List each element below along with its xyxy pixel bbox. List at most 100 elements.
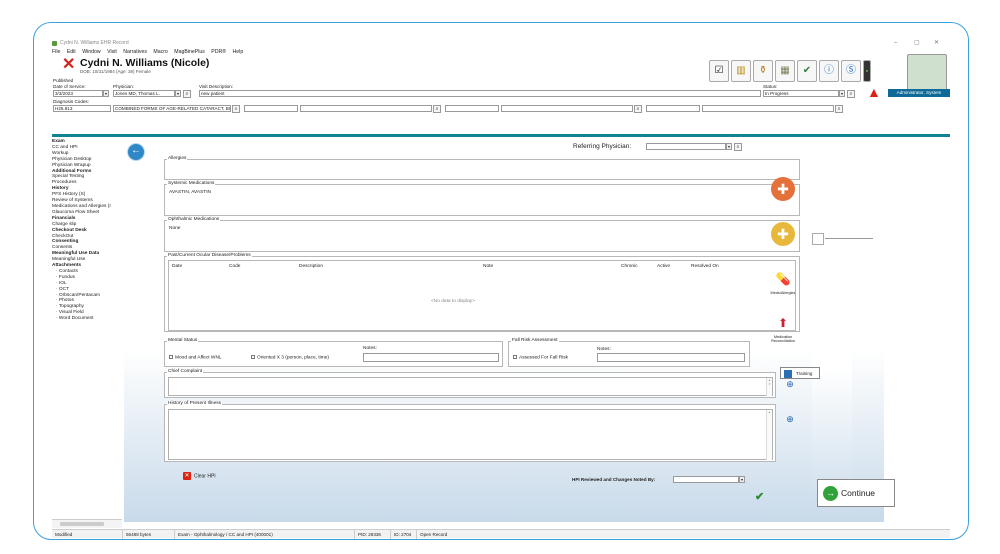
- physician-search-icon[interactable]: ⌕: [183, 89, 191, 98]
- reconciliation-label-2: Reconciliation: [771, 339, 795, 343]
- dx-description-field[interactable]: COMBINED FORMS OF AGE-RELATED CATARACT, …: [113, 105, 231, 112]
- patient-name: Cydni N. Williams (Nicole): [80, 57, 210, 69]
- date-of-service-field[interactable]: 3/3/2023: [53, 90, 103, 97]
- bottle-icon[interactable]: ⚱: [753, 60, 773, 82]
- referring-dropdown-icon[interactable]: ▾: [726, 143, 732, 150]
- side-field[interactable]: [812, 233, 824, 245]
- chief-complaint-textarea[interactable]: ▴ ▾: [168, 377, 773, 396]
- dx-code-field[interactable]: H25.813: [53, 105, 111, 112]
- ocular-disease-grid[interactable]: Date Code Description Note Chronic Activ…: [168, 260, 796, 331]
- menu-window[interactable]: Window: [82, 49, 100, 55]
- close-record-icon[interactable]: ✕: [62, 57, 75, 73]
- add-hpi-icon[interactable]: ⊕: [784, 413, 796, 425]
- screenshot-frame: Cydni N. Williams EHR Record – ▢ ✕ File …: [33, 22, 969, 540]
- fall-risk-section: Fall Risk Assessment Assessed For Fall R…: [508, 338, 750, 367]
- patient-header: ✕ Cydni N. Williams (Nicole) DOB: 10/31/…: [52, 54, 950, 136]
- col-date[interactable]: Date: [172, 264, 182, 269]
- approve-check-icon[interactable]: ✔: [797, 60, 817, 82]
- medication-reconciliation-button[interactable]: ⬆ Medication Reconciliation: [768, 311, 798, 343]
- menu-edit[interactable]: Edit: [67, 49, 76, 55]
- menu-help[interactable]: Help: [233, 49, 244, 55]
- left-nav-scrollbar[interactable]: [52, 519, 122, 528]
- mental-status-section: Mental Status Mood and Affect WNL Orient…: [164, 338, 503, 367]
- col-resolved-on[interactable]: Resolved On: [691, 264, 719, 269]
- fall-notes-field[interactable]: [597, 353, 745, 362]
- window-title: Cydni N. Williams EHR Record: [60, 40, 129, 46]
- status-bar: Modified 56488 bytes Exam - Ophthalmolog…: [52, 529, 950, 539]
- mood-affect-option[interactable]: Mood and Affect WNL: [169, 355, 222, 360]
- dx-search-icon-3[interactable]: ⌕: [634, 104, 642, 113]
- side-divider: [825, 238, 873, 239]
- mood-affect-checkbox[interactable]: [169, 355, 173, 359]
- hpi-textarea[interactable]: ▴: [168, 409, 773, 460]
- col-chronic[interactable]: Chronic: [621, 264, 638, 269]
- referring-physician-label: Referring Physician:: [573, 143, 632, 150]
- add-chief-complaint-icon[interactable]: ⊕: [784, 378, 796, 390]
- menu-narratives[interactable]: Narratives: [123, 49, 147, 55]
- col-code[interactable]: Code: [229, 264, 240, 269]
- dx-code-field-2[interactable]: [244, 105, 298, 112]
- hpi-reviewed-dropdown-icon[interactable]: ▾: [739, 476, 745, 483]
- dx-code-field-4[interactable]: [646, 105, 700, 112]
- close-button[interactable]: ✕: [934, 39, 939, 48]
- status-dropdown-icon[interactable]: ▾: [839, 90, 845, 97]
- physician-field[interactable]: Jones MD, Thomas L.: [113, 90, 175, 97]
- back-arrow-icon[interactable]: ←: [127, 143, 145, 161]
- menu-visit[interactable]: Visit: [107, 49, 117, 55]
- ophthalmic-medications-value: None: [169, 226, 181, 231]
- dx-code-field-3[interactable]: [445, 105, 499, 112]
- status-field[interactable]: In Progress: [763, 90, 839, 97]
- allergies-title: Allergies: [167, 156, 188, 161]
- mental-notes-field[interactable]: [363, 353, 499, 362]
- dx-search-icon[interactable]: ⌕: [232, 104, 240, 113]
- hpi-reviewed-label: HPI Reviewed and Changes Noted By:: [572, 477, 656, 482]
- clear-hpi-button[interactable]: ✕ Clear HPI: [183, 472, 216, 480]
- mental-status-title: Mental Status: [167, 338, 199, 343]
- dx-description-field-3[interactable]: [501, 105, 633, 112]
- coding-icon[interactable]: ▦: [775, 60, 795, 82]
- col-description[interactable]: Description: [299, 264, 323, 269]
- checklist-icon[interactable]: ☑: [709, 60, 729, 82]
- status-search-icon[interactable]: ⌕: [847, 89, 855, 98]
- oriented-option[interactable]: Oriented X 3 (person, place, time): [251, 355, 329, 360]
- col-active[interactable]: Active: [657, 264, 670, 269]
- fall-risk-checkbox[interactable]: [513, 355, 517, 359]
- continue-button[interactable]: → Continue: [817, 479, 895, 507]
- user-avatar[interactable]: [907, 54, 947, 94]
- menu-file[interactable]: File: [52, 49, 60, 55]
- ros-button[interactable]: ✚: [768, 222, 798, 246]
- nav-item[interactable]: · Word Document: [52, 316, 122, 322]
- visit-description-field[interactable]: new patient: [199, 90, 761, 97]
- physician-dropdown-icon[interactable]: ▾: [175, 90, 181, 97]
- minimize-button[interactable]: –: [894, 39, 897, 48]
- dx-description-field-4[interactable]: [702, 105, 834, 112]
- training-button[interactable]: Training: [780, 367, 820, 379]
- reconciliation-icon: ⬆: [777, 316, 789, 330]
- hpi-scrollbar[interactable]: ▴: [766, 410, 772, 460]
- scroll-thumb[interactable]: [60, 522, 104, 526]
- oriented-checkbox[interactable]: [251, 355, 255, 359]
- dx-search-icon-2[interactable]: ⌕: [433, 104, 441, 113]
- physician-label: Physician:: [113, 84, 134, 89]
- hpi-confirm-check-icon[interactable]: ✔: [755, 490, 764, 503]
- fall-risk-option[interactable]: Assessed For Fall Risk: [513, 355, 568, 360]
- dx-description-field-2[interactable]: [300, 105, 432, 112]
- meds-allergies-button[interactable]: 💊 Meds/Allergies: [768, 267, 798, 295]
- referring-search-icon[interactable]: ⌕: [734, 142, 742, 151]
- col-note[interactable]: Note: [483, 264, 493, 269]
- menu-pdr[interactable]: PDR®: [211, 49, 226, 55]
- menu-magbineplus[interactable]: MagBinePlus: [174, 49, 205, 55]
- hpi-reviewed-field[interactable]: [673, 476, 739, 483]
- warning-icon[interactable]: ▲: [867, 84, 881, 100]
- referring-physician-field[interactable]: [646, 143, 726, 150]
- info-icon[interactable]: ⓘ: [819, 60, 839, 82]
- s-logo-icon[interactable]: Ⓢ: [841, 60, 861, 82]
- maximize-button[interactable]: ▢: [914, 39, 920, 48]
- cc-scrollbar[interactable]: ▴ ▾: [766, 378, 772, 396]
- app-icon: [52, 41, 57, 46]
- menu-macro[interactable]: Macro: [153, 49, 167, 55]
- dx-search-icon-4[interactable]: ⌕: [835, 104, 843, 113]
- books-icon[interactable]: ▥: [731, 60, 751, 82]
- date-dropdown-icon[interactable]: ▾: [103, 90, 109, 97]
- pfsh-button[interactable]: ✚: [768, 177, 798, 201]
